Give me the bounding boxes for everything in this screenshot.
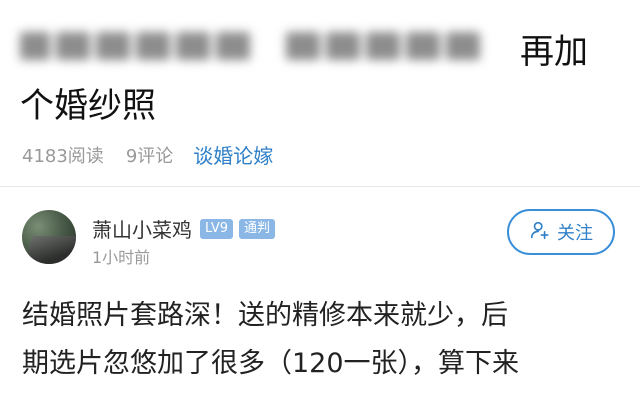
- author-name[interactable]: 萧山小菜鸡: [92, 214, 192, 243]
- blur-block: [176, 32, 210, 60]
- blur-block: [56, 32, 90, 60]
- role-badge: 通判: [238, 218, 275, 239]
- blur-block: [20, 32, 50, 60]
- blur-block: [286, 32, 320, 60]
- blur-block: [406, 32, 440, 60]
- article-title-line2: 个婚纱照: [20, 86, 156, 126]
- follow-button[interactable]: 关注: [507, 209, 615, 255]
- body-line-2: 期选片忽悠加了很多（120一张），算下来: [22, 348, 520, 379]
- read-count: 4183阅读: [22, 145, 104, 167]
- body-line-1: 结婚照片套路深！送的精修本来就少，后: [22, 300, 508, 331]
- post-time: 1小时前: [92, 248, 151, 267]
- comment-count[interactable]: 9评论: [126, 142, 173, 168]
- article-title-line1: 再加: [520, 32, 588, 72]
- divider: [0, 186, 640, 187]
- avatar-image: [23, 236, 76, 264]
- blur-block: [216, 32, 250, 60]
- blur-block: [136, 32, 170, 60]
- add-person-icon: [529, 219, 551, 246]
- blur-block: [96, 32, 130, 60]
- blur-block: [326, 32, 360, 60]
- category-tag[interactable]: 谈婚论嫁: [193, 140, 273, 169]
- author-info: 萧山小菜鸡 LV9 通判: [92, 214, 281, 243]
- article-meta: 4183阅读 9评论 谈婚论嫁: [22, 140, 273, 169]
- blurred-title-text: [20, 18, 490, 74]
- blur-block: [366, 32, 400, 60]
- blur-block: [446, 32, 480, 60]
- level-badge: LV9: [200, 218, 233, 239]
- author-avatar[interactable]: [22, 210, 76, 264]
- follow-label: 关注: [557, 223, 593, 244]
- article-body: 结婚照片套路深！送的精修本来就少，后 期选片忽悠加了很多（120一张），算下来: [22, 292, 622, 388]
